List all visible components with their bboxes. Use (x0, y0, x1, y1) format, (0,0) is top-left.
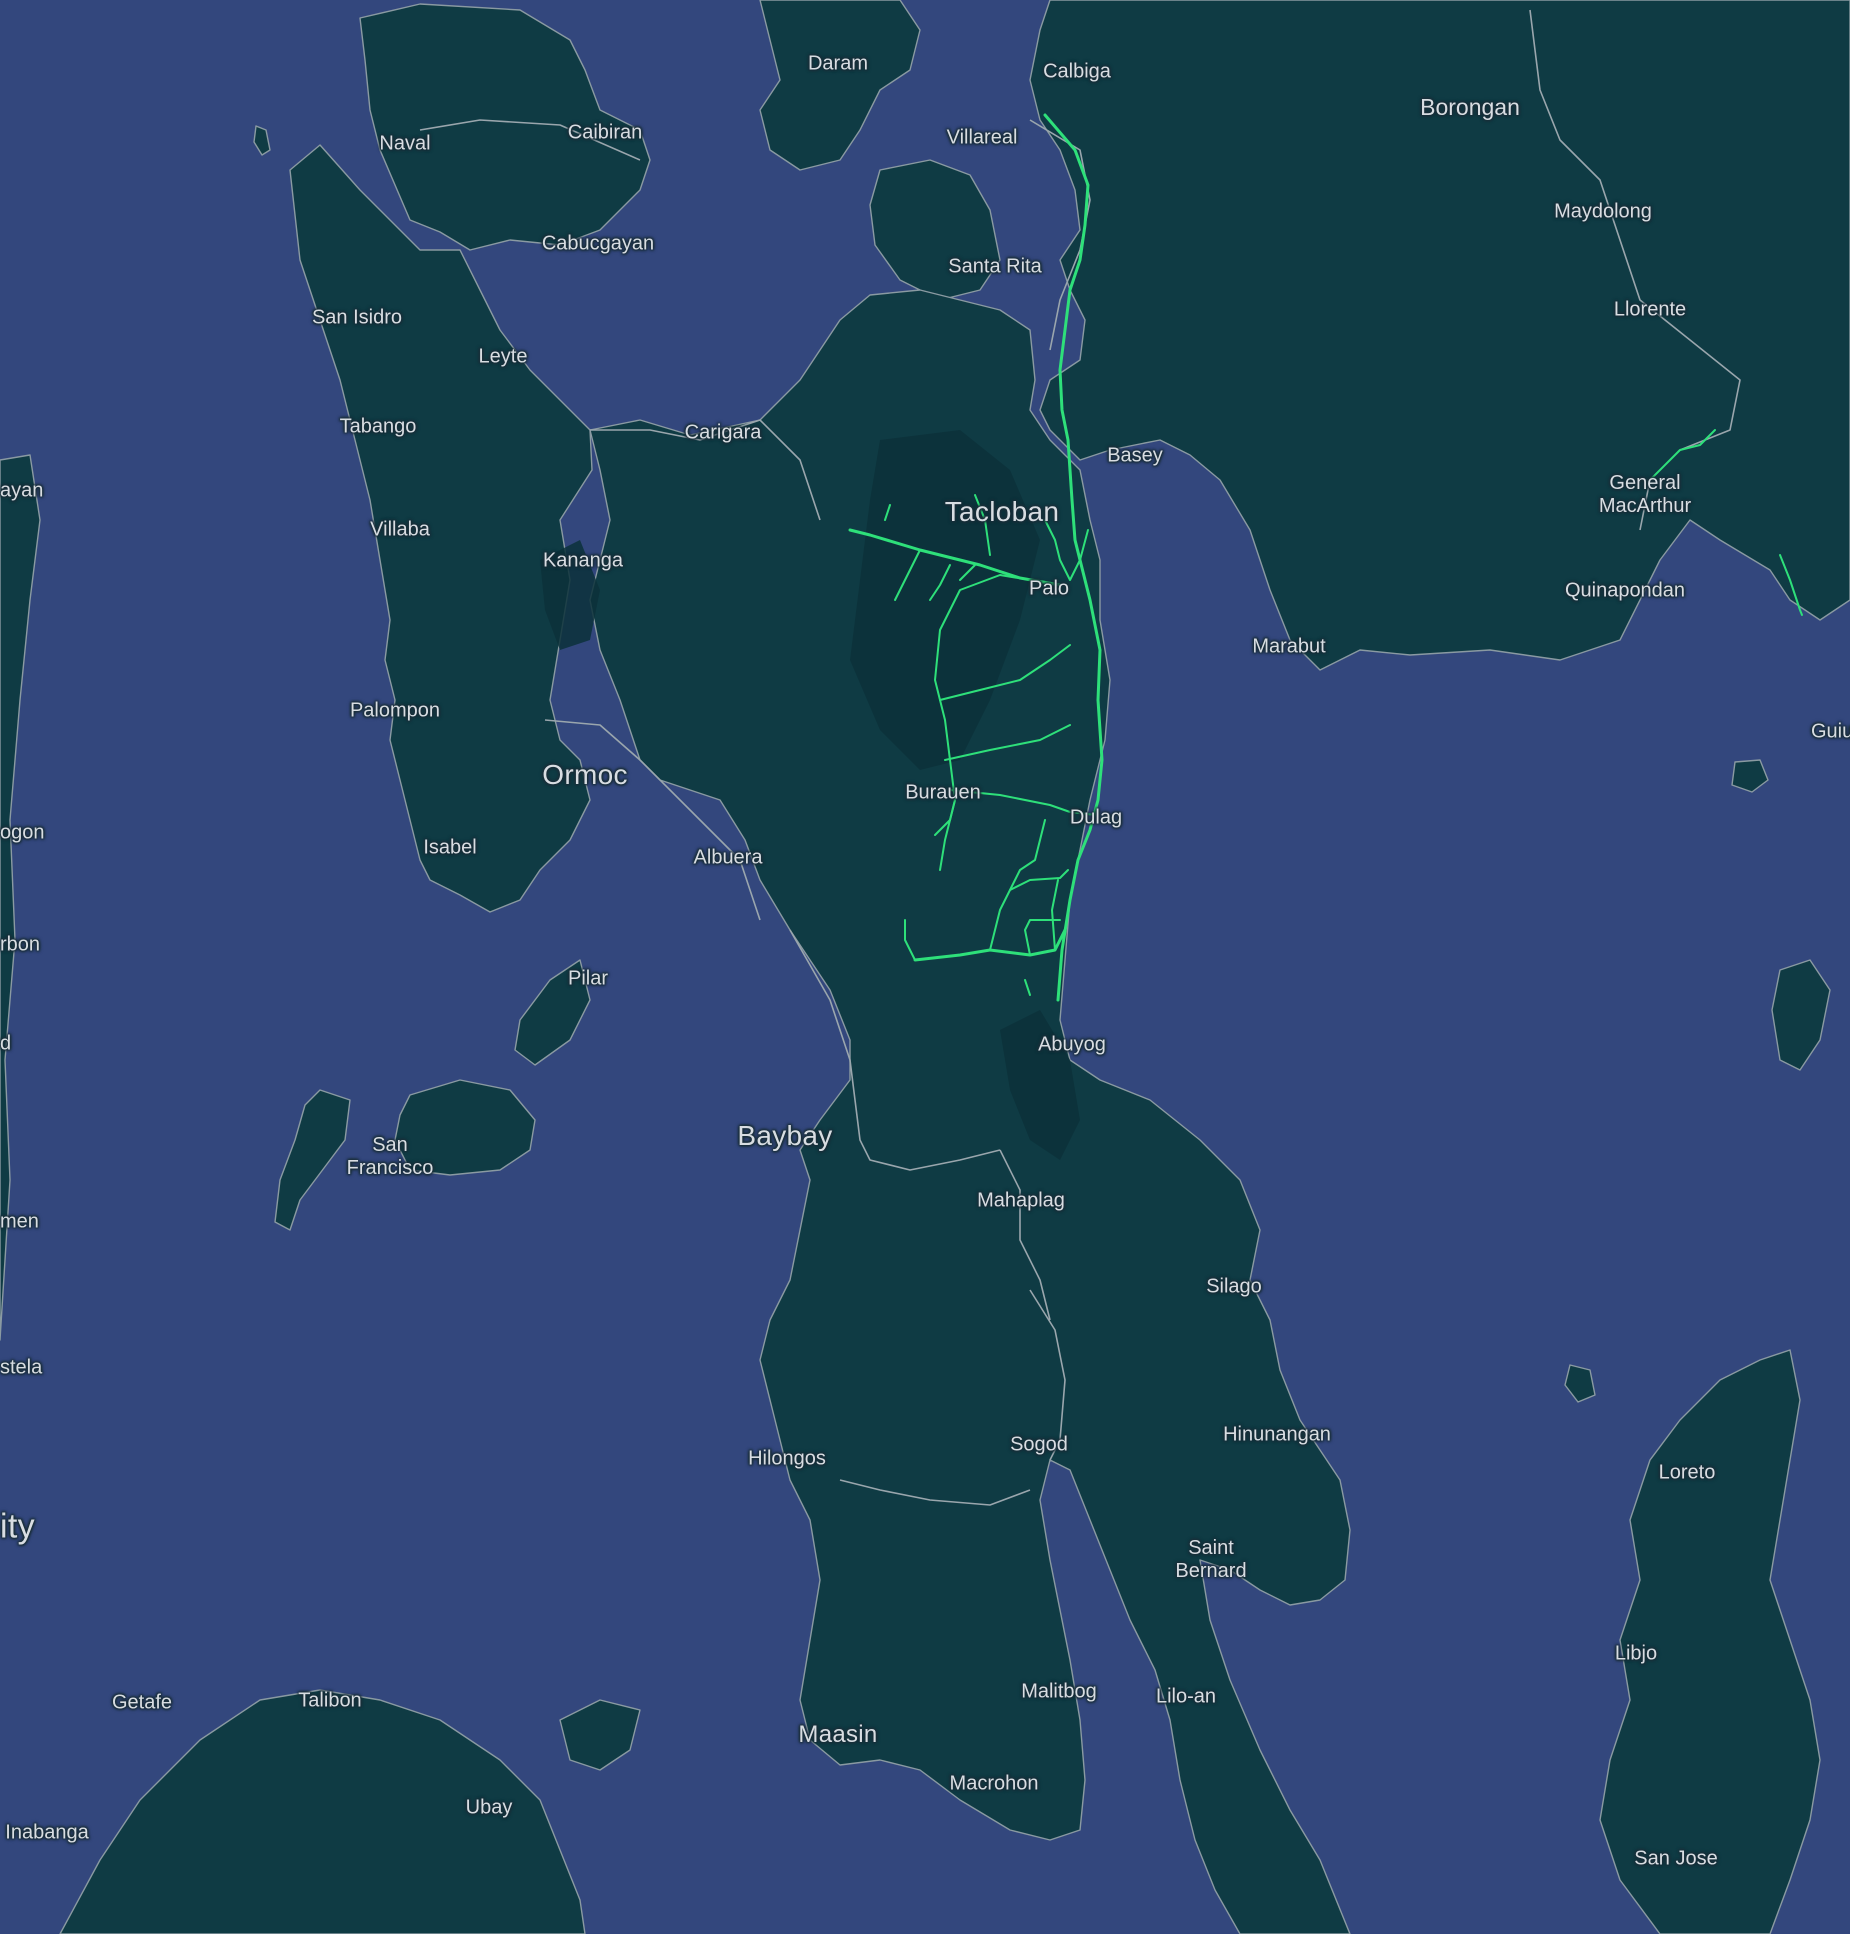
place-label-stela[interactable]: stela (0, 1357, 42, 1380)
place-label-abuyog[interactable]: Abuyog (1038, 1034, 1106, 1057)
place-label-silago[interactable]: Silago (1206, 1276, 1262, 1299)
place-label-mahaplag[interactable]: Mahaplag (977, 1190, 1065, 1213)
place-label-talibon[interactable]: Talibon (298, 1690, 361, 1713)
place-label-ogon[interactable]: ogon (0, 822, 45, 845)
place-label-quinapondan[interactable]: Quinapondan (1565, 580, 1685, 603)
place-label-san-isidro[interactable]: San Isidro (312, 307, 402, 330)
place-label-ity[interactable]: ity (0, 1507, 35, 1546)
place-label-libjo[interactable]: Libjo (1615, 1643, 1657, 1666)
map-layer[interactable] (0, 0, 1850, 1934)
place-label-marabut[interactable]: Marabut (1252, 636, 1325, 659)
place-label-burauen[interactable]: Burauen (905, 782, 981, 805)
place-label-general-macarthur[interactable]: General MacArthur (1599, 472, 1691, 518)
place-label-malitbog[interactable]: Malitbog (1021, 1681, 1097, 1704)
place-label-cabucgayan[interactable]: Cabucgayan (542, 233, 654, 256)
place-label-villaba[interactable]: Villaba (370, 519, 430, 542)
place-label-loreto[interactable]: Loreto (1659, 1462, 1716, 1485)
place-label-palo[interactable]: Palo (1029, 578, 1069, 601)
place-label-hilongos[interactable]: Hilongos (748, 1448, 826, 1471)
map-canvas[interactable]: Daram Calbiga Borongan Naval Caibiran Vi… (0, 0, 1850, 1934)
place-label-guiu[interactable]: Guiu (1811, 721, 1850, 744)
place-label-caibiran[interactable]: Caibiran (568, 122, 642, 145)
place-label-pilar[interactable]: Pilar (568, 968, 608, 991)
place-label-lilo-an[interactable]: Lilo-an (1156, 1686, 1216, 1709)
place-label-hinunangan[interactable]: Hinunangan (1223, 1424, 1331, 1447)
place-label-rbon[interactable]: rbon (0, 934, 40, 957)
place-label-naval[interactable]: Naval (379, 133, 430, 156)
place-label-san-jose[interactable]: San Jose (1634, 1848, 1717, 1871)
place-label-d[interactable]: d (0, 1033, 11, 1056)
place-label-getafe[interactable]: Getafe (112, 1692, 172, 1715)
place-label-carigara[interactable]: Carigara (685, 422, 762, 445)
place-label-maydolong[interactable]: Maydolong (1554, 201, 1652, 224)
place-label-llorente[interactable]: Llorente (1614, 299, 1686, 322)
place-label-maasin[interactable]: Maasin (798, 1721, 877, 1749)
place-label-inabanga[interactable]: Inabanga (5, 1822, 88, 1845)
place-label-basey[interactable]: Basey (1107, 445, 1163, 468)
place-label-men[interactable]: men (0, 1211, 39, 1234)
place-label-leyte[interactable]: Leyte (479, 346, 528, 369)
place-label-tacloban[interactable]: Tacloban (945, 496, 1059, 528)
place-label-ormoc[interactable]: Ormoc (542, 759, 628, 791)
place-label-sogod[interactable]: Sogod (1010, 1434, 1068, 1457)
place-label-ubay[interactable]: Ubay (466, 1797, 513, 1820)
place-label-daram[interactable]: Daram (808, 53, 868, 76)
place-label-dulag[interactable]: Dulag (1070, 807, 1122, 830)
place-label-borongan[interactable]: Borongan (1420, 94, 1520, 120)
place-label-ayan[interactable]: ayan (0, 480, 43, 503)
place-label-baybay[interactable]: Baybay (737, 1120, 832, 1152)
place-label-isabel[interactable]: Isabel (423, 837, 476, 860)
place-label-villareal[interactable]: Villareal (947, 127, 1018, 150)
place-label-santa-rita[interactable]: Santa Rita (948, 256, 1041, 279)
place-label-san-francisco[interactable]: San Francisco (347, 1134, 434, 1180)
place-label-albuera[interactable]: Albuera (694, 847, 763, 870)
place-label-tabango[interactable]: Tabango (340, 416, 417, 439)
place-label-kananga[interactable]: Kananga (543, 550, 623, 573)
place-label-calbiga[interactable]: Calbiga (1043, 61, 1111, 84)
place-label-macrohon[interactable]: Macrohon (950, 1773, 1039, 1796)
place-label-saint-bernard[interactable]: Saint Bernard (1175, 1537, 1246, 1583)
place-label-palompon[interactable]: Palompon (350, 700, 440, 723)
